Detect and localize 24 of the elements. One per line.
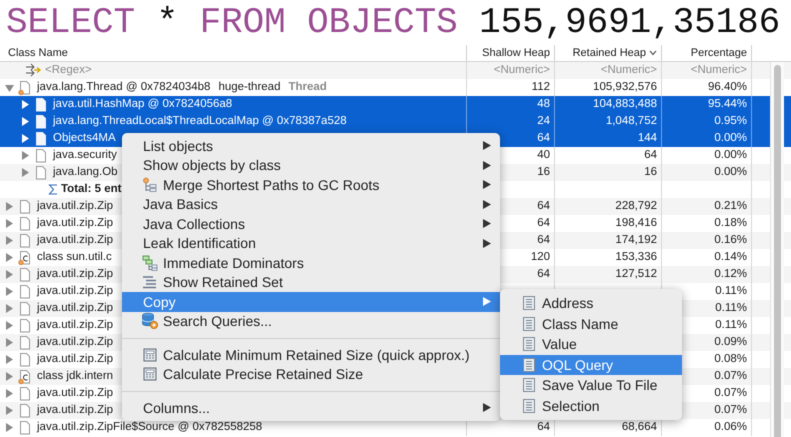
class-name: java.util.zip.Zip — [37, 216, 114, 231]
class-name: java.util.zip.Zip — [37, 386, 114, 401]
query-title: SELECT * FROM OBJECTS 155,9691,35186 — [5, 1, 782, 45]
class-name: class sun.util.c — [37, 250, 112, 265]
class-name: java.lang.Ob — [53, 165, 118, 180]
class-name: java.util.zip.Zip — [37, 267, 114, 282]
class-name: java.util.zip.Zip — [37, 233, 114, 248]
total-label: Total: 5 ent — [61, 182, 122, 197]
type-label: Thread — [288, 80, 327, 95]
class-name: java.lang.Thread @ 0x7824034b8 — [37, 80, 210, 95]
thread-name: huge-thread — [218, 80, 280, 95]
class-name: java.util.zip.Zip — [37, 301, 114, 316]
class-name: java.util.zip.Zip — [37, 318, 114, 333]
class-name: java.util.zip.Zip — [37, 199, 114, 214]
class-name: class jdk.intern — [37, 369, 114, 384]
class-name: java.security — [53, 148, 117, 163]
class-name: java.lang.ThreadLocal$ThreadLocalMap @ 0x78387a528 — [53, 114, 347, 129]
class-name: Objects4MA — [53, 131, 116, 146]
class-name: java.util.zip.Zip — [37, 403, 114, 418]
class-name: java.util.HashMap @ 0x7824056a8 — [53, 97, 232, 112]
class-name: java.util.zip.Zip — [37, 284, 114, 299]
class-name: java.util.zip.Zip — [37, 335, 114, 350]
class-name: java.util.zip.ZipFile$Source @ 0x782558258 — [37, 420, 262, 435]
class-name: java.util.zip.Zip — [37, 352, 114, 367]
